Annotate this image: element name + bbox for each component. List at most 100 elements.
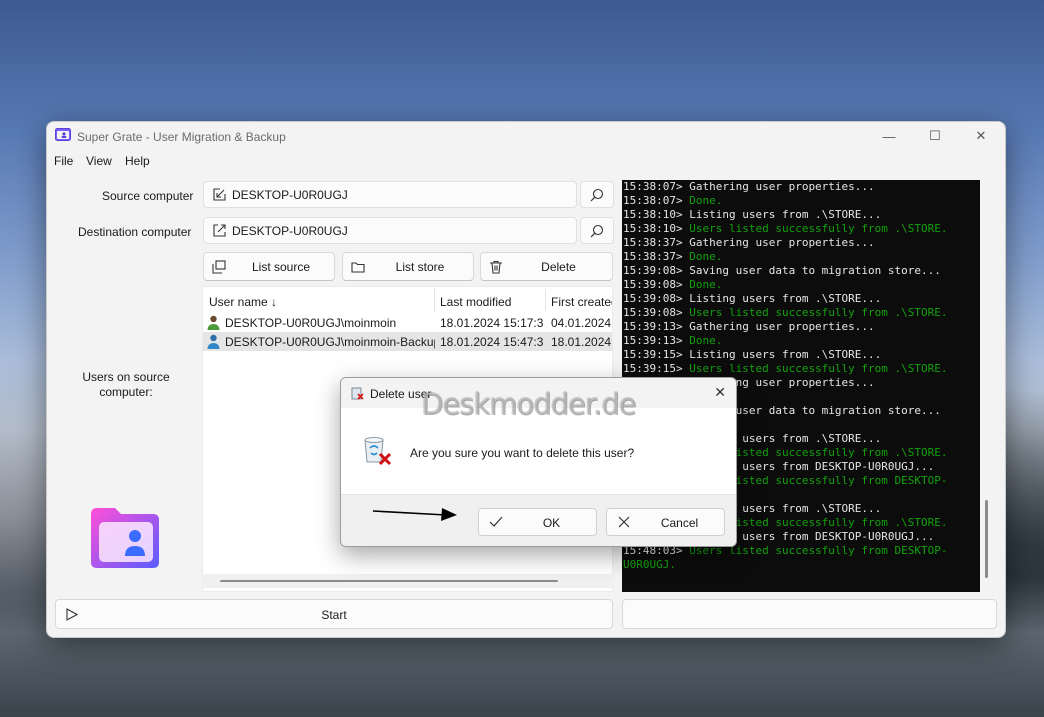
console-line: 15:39:08> Users listed successfully from…: [622, 306, 980, 320]
start-label: Start: [321, 608, 347, 622]
console-timestamp: 15:39:08>: [623, 278, 683, 291]
column-header-last-modified[interactable]: Last modified: [435, 287, 545, 315]
copy-icon: [212, 260, 226, 274]
delete-button[interactable]: Delete: [480, 252, 613, 281]
search-icon: [590, 188, 604, 201]
console-timestamp: 15:38:37>: [623, 236, 683, 249]
console-line: 15:39:15> Users listed successfully from…: [622, 362, 980, 376]
console-timestamp: 15:38:10>: [623, 208, 683, 221]
check-icon: [489, 516, 503, 527]
table-row[interactable]: DESKTOP-U0R0UGJ\moinmoin 18.01.2024 15:1…: [203, 313, 612, 332]
console-timestamp: 15:39:13>: [623, 334, 683, 347]
console-line: 15:38:10> Listing users from .\STORE...: [622, 208, 980, 222]
cancel-label: Cancel: [660, 516, 699, 530]
source-label: Source computer: [102, 189, 194, 203]
console-line: 15:38:10> Users listed successfully from…: [622, 222, 980, 236]
console-timestamp: 15:38:07>: [623, 194, 683, 207]
console-line: 15:39:13> Done.: [622, 334, 980, 348]
first-created-cell: 04.01.2024 0: [551, 316, 612, 330]
column-header-first-created[interactable]: First created: [546, 287, 612, 315]
close-button[interactable]: ✕: [958, 122, 1004, 150]
console-message: Listing users from .\STORE...: [682, 208, 882, 221]
menu-help[interactable]: Help: [125, 154, 150, 168]
status-progress-box: [622, 599, 997, 629]
console-message: Done.: [682, 334, 723, 347]
console-line: 15:39:08> Done.: [622, 278, 980, 292]
user-icon: [207, 334, 220, 349]
window-title: Super Grate - User Migration & Backup: [77, 130, 286, 144]
minimize-icon: —: [882, 128, 896, 144]
ok-button[interactable]: OK: [478, 508, 597, 536]
console-timestamp: 15:38:07>: [623, 180, 683, 193]
title-bar[interactable]: Super Grate - User Migration & Backup — …: [47, 122, 1005, 150]
console-line: 15:39:13> Gathering user properties...: [622, 320, 980, 334]
console-line: 15:38:07> Done.: [622, 194, 980, 208]
table-row-selected[interactable]: DESKTOP-U0R0UGJ\moinmoin-Backup 18.01.20…: [203, 332, 612, 351]
close-icon: ✕: [975, 128, 987, 143]
console-timestamp: 15:38:37>: [623, 250, 683, 263]
user-icon: [207, 315, 220, 330]
cancel-button[interactable]: Cancel: [606, 508, 725, 536]
maximize-icon: ☐: [929, 128, 941, 143]
search-icon: [590, 224, 604, 237]
dialog-title: Delete user: [370, 387, 432, 401]
destination-label: Destination computer: [78, 225, 192, 239]
source-computer-field[interactable]: DESKTOP-U0R0UGJ: [203, 181, 577, 208]
column-last-modified-label: Last modified: [440, 295, 512, 309]
minimize-button[interactable]: —: [866, 122, 912, 150]
console-message: Done.: [682, 278, 723, 291]
console-timestamp: 15:39:08>: [623, 264, 683, 277]
last-modified-cell: 18.01.2024 15:47:32: [440, 335, 543, 349]
user-name-cell: DESKTOP-U0R0UGJ\moinmoin: [225, 316, 397, 330]
destination-computer-field[interactable]: DESKTOP-U0R0UGJ: [203, 217, 577, 244]
user-name-cell: DESKTOP-U0R0UGJ\moinmoin-Backup: [225, 335, 435, 349]
ok-label: OK: [542, 516, 561, 530]
list-source-label: List source: [251, 260, 311, 274]
console-timestamp: 15:39:13>: [623, 320, 683, 333]
users-on-source-label: Users on source computer:: [82, 370, 170, 399]
console-message: Users listed successfully from .\STORE.: [682, 306, 948, 319]
annotation-arrow-icon: [372, 508, 457, 521]
console-message: Done.: [682, 250, 723, 263]
console-timestamp: 15:39:15>: [623, 348, 683, 361]
app-icon: [55, 128, 71, 141]
destination-search-button[interactable]: [580, 217, 614, 244]
console-timestamp: 15:39:15>: [623, 362, 683, 375]
console-line: 15:38:37> Gathering user properties...: [622, 236, 980, 250]
dialog-body: Are you sure you want to delete this use…: [341, 408, 736, 494]
menu-bar: File View Help: [47, 152, 1005, 172]
console-message: Gathering user properties...: [682, 236, 875, 249]
console-timestamp: 15:38:10>: [623, 222, 683, 235]
dialog-close-icon[interactable]: ✕: [714, 384, 726, 401]
menu-view[interactable]: View: [86, 154, 112, 168]
recycle-bin-icon: [351, 387, 364, 400]
dialog-message: Are you sure you want to delete this use…: [410, 446, 635, 460]
console-message: Saving user data to migration store...: [682, 264, 941, 277]
console-message: Done.: [682, 194, 723, 207]
scrollbar-thumb[interactable]: [220, 580, 558, 582]
trash-icon: [490, 260, 502, 274]
console-line: 15:38:07> Gathering user properties...: [622, 180, 980, 194]
recycle-bin-delete-icon: [364, 437, 392, 466]
console-message: Listing users from .\STORE...: [682, 292, 882, 305]
console-message: Users listed successfully from .\STORE.: [682, 362, 948, 375]
source-search-button[interactable]: [580, 181, 614, 208]
dialog-title-bar[interactable]: Delete user ✕: [341, 378, 736, 408]
console-line: 15:39:15> Listing users from .\STORE...: [622, 348, 980, 362]
column-header-username[interactable]: User name ↓: [203, 287, 433, 315]
menu-file[interactable]: File: [54, 154, 73, 168]
list-store-button[interactable]: List store: [342, 252, 474, 281]
start-button[interactable]: Start: [55, 599, 613, 629]
console-scrollbar-thumb[interactable]: [985, 500, 988, 578]
console-line: 15:38:37> Done.: [622, 250, 980, 264]
super-grate-logo: [91, 508, 159, 568]
console-message: Users listed successfully from .\STORE.: [682, 222, 948, 235]
close-icon: [618, 516, 630, 528]
list-source-button[interactable]: List source: [203, 252, 335, 281]
column-username-label: User name ↓: [209, 295, 278, 309]
horizontal-scrollbar[interactable]: [202, 574, 613, 588]
maximize-button[interactable]: ☐: [912, 122, 958, 150]
console-timestamp: 15:39:08>: [623, 306, 683, 319]
console-message: U0R0UGJ.: [623, 558, 676, 571]
console-line: U0R0UGJ.: [622, 558, 980, 572]
